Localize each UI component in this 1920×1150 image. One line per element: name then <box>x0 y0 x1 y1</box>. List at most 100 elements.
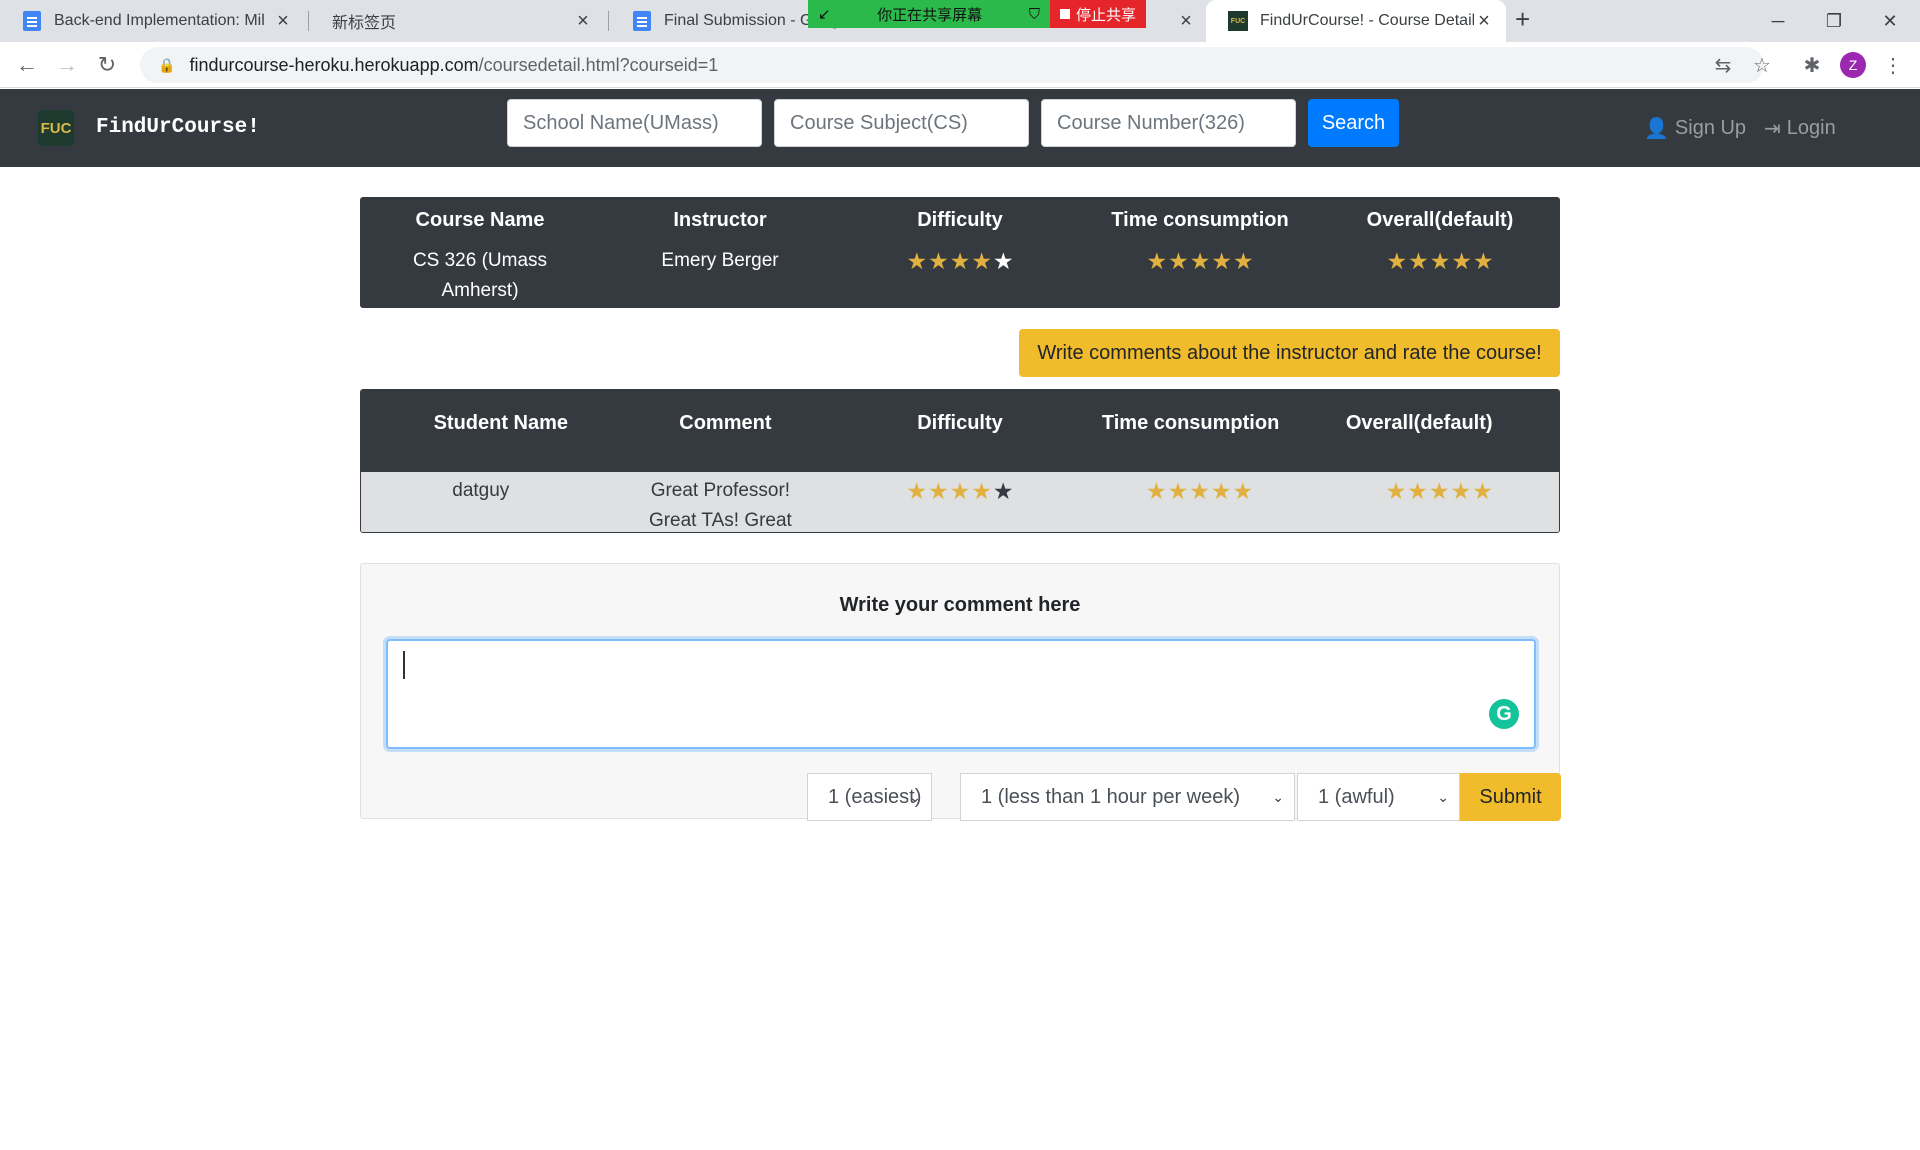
column-header: Comment <box>679 412 772 434</box>
column-header: Time consumption <box>1111 209 1289 231</box>
overall-rating: ★ ★ ★ ★ ★ <box>1320 246 1560 306</box>
star-icon: ★ <box>971 248 992 274</box>
star-icon: ★ <box>1429 248 1451 274</box>
profile-avatar[interactable]: Z <box>1840 52 1866 78</box>
star-icon: ★ <box>1210 478 1232 504</box>
shield-icon: ⛉ <box>1028 5 1040 23</box>
screen-share-banner: ↙ 你正在共享屏幕 ⛉ 停止共享 <box>808 0 1146 28</box>
chevron-down-icon: ⌄ <box>1437 788 1449 805</box>
school-name-input[interactable] <box>507 99 762 147</box>
star-icon: ★ <box>1407 478 1428 504</box>
column-header: Instructor <box>673 209 767 231</box>
column-header: Difficulty <box>917 412 1003 434</box>
star-icon: ★ <box>928 478 949 504</box>
course-summary-table: Course Name Instructor Difficulty Time c… <box>360 197 1560 308</box>
star-icon: ★ <box>1146 248 1168 274</box>
close-icon[interactable]: × <box>1474 10 1494 33</box>
star-icon: ★ <box>906 478 928 504</box>
brand-logo[interactable]: FUC <box>38 110 74 146</box>
time-rating: ★ ★ ★ ★ ★ <box>1080 476 1320 532</box>
star-icon: ★ <box>1211 248 1232 274</box>
star-icon: ★ <box>1232 248 1254 274</box>
star-icon: ★ <box>1146 478 1167 504</box>
star-icon: ★ <box>1472 248 1494 274</box>
star-icon: ★ <box>949 248 971 274</box>
difficulty-select[interactable]: 1 (easiest) ⌄ <box>807 773 932 821</box>
text-caret <box>403 651 405 679</box>
time-select[interactable]: 1 (less than 1 hour per week) ⌄ <box>960 773 1295 821</box>
star-icon: ★ <box>1168 248 1189 274</box>
chevron-down-icon: ⌄ <box>1272 788 1284 805</box>
tab-findurcourse[interactable]: FUC FindUrCourse! - Course Detail × <box>1206 0 1506 42</box>
sign-up-link[interactable]: 👤 Sign Up <box>1644 116 1746 141</box>
difficulty-rating: ★ ★ ★ ★ ★ <box>840 246 1080 306</box>
comment-text: Great Professor! Great TAs! Great Materi… <box>648 480 792 531</box>
comment-textarea[interactable] <box>386 639 1536 749</box>
bookmark-star-icon[interactable]: ☆ <box>1749 52 1775 78</box>
close-icon[interactable]: × <box>1176 10 1196 33</box>
course-number-input[interactable] <box>1041 99 1296 147</box>
star-icon: ★ <box>1472 478 1493 504</box>
address-bar-row: ← → ↻ 🔒 findurcourse-heroku.herokuapp.co… <box>0 42 1920 88</box>
star-icon: ★ <box>1386 248 1408 274</box>
brand-name[interactable]: FindUrCourse! <box>96 116 260 139</box>
star-icon: ★ <box>1428 478 1450 504</box>
stop-icon <box>1059 9 1070 19</box>
overall-select[interactable]: 1 (awful) ⌄ <box>1297 773 1460 821</box>
star-icon: ★ <box>971 478 992 504</box>
window-close-icon[interactable]: ✕ <box>1862 0 1918 42</box>
minimize-icon[interactable]: ─ <box>1750 0 1806 42</box>
search-button[interactable]: Search <box>1308 99 1399 147</box>
table-row: datguy Great Professor! Great TAs! Great… <box>361 472 1559 532</box>
difficulty-rating: ★ ★ ★ ★ ★ <box>840 476 1080 532</box>
star-icon: ★ <box>1189 478 1210 504</box>
translate-icon[interactable]: ⇆ <box>1710 52 1736 78</box>
chevron-down-icon: ⌄ <box>909 788 921 805</box>
restore-icon[interactable]: ❐ <box>1806 0 1862 42</box>
course-name: CS 326 (Umass Amherst) <box>412 250 548 301</box>
write-comment-button[interactable]: Write comments about the instructor and … <box>1019 329 1560 377</box>
site-navbar: FUC FindUrCourse! Search 👤Sign Up ⇥Login <box>0 89 1920 167</box>
star-icon: ★ <box>906 248 928 274</box>
docs-icon <box>22 11 42 31</box>
docs-icon <box>632 11 652 31</box>
column-header: Course Name <box>415 209 545 231</box>
user-plus-icon: 👤 <box>1644 118 1669 140</box>
column-header: Student Name <box>433 412 569 434</box>
comments-header-row: Student Name Comment Difficulty Time con… <box>361 390 1559 472</box>
forward-arrow-icon[interactable]: → <box>53 51 81 79</box>
tab-new-tab[interactable]: 新标签页 × <box>310 0 605 42</box>
more-menu-icon[interactable]: ⋮ <box>1880 52 1906 78</box>
url-bar[interactable]: 🔒 findurcourse-heroku.herokuapp.com/cour… <box>140 47 1764 83</box>
extensions-puzzle-icon[interactable]: ✱ <box>1799 52 1825 78</box>
course-subject-input[interactable] <box>774 99 1029 147</box>
column-header: Difficulty <box>917 209 1003 231</box>
tab-backend-implementation[interactable]: Back-end Implementation: Mil × <box>0 0 305 42</box>
star-icon: ★ <box>1232 478 1254 504</box>
star-icon: ★ <box>1450 478 1472 504</box>
instructor-name: Emery Berger <box>661 250 779 271</box>
submit-button[interactable]: Submit <box>1460 773 1561 821</box>
grammarly-icon[interactable]: G <box>1489 699 1519 729</box>
star-icon: ★ <box>1385 478 1407 504</box>
back-arrow-icon[interactable]: ← <box>13 51 41 79</box>
new-tab-button[interactable]: + <box>1515 4 1530 35</box>
reload-icon[interactable]: ↻ <box>93 51 121 79</box>
stop-sharing-button[interactable]: 停止共享 <box>1050 0 1146 28</box>
column-header: Overall(default) <box>1345 412 1493 434</box>
sign-in-icon: ⇥ <box>1764 118 1781 140</box>
star-icon: ★ <box>949 478 971 504</box>
comment-form-title: Write your comment here <box>839 594 1081 616</box>
close-icon[interactable]: × <box>273 10 293 33</box>
share-icon: ↙ <box>818 6 831 23</box>
star-icon: ★ <box>992 478 1014 504</box>
star-icon: ★ <box>992 248 1014 274</box>
column-header: Time consumption <box>1101 412 1280 434</box>
login-link[interactable]: ⇥ Login <box>1764 116 1836 141</box>
star-icon: ★ <box>1408 248 1429 274</box>
student-name: datguy <box>452 480 510 501</box>
fuc-icon: FUC <box>1228 11 1248 31</box>
comment-form: Write your comment here G 1 (easiest) ⌄ … <box>360 563 1561 821</box>
star-icon: ★ <box>1189 248 1211 274</box>
close-icon[interactable]: × <box>573 10 593 33</box>
